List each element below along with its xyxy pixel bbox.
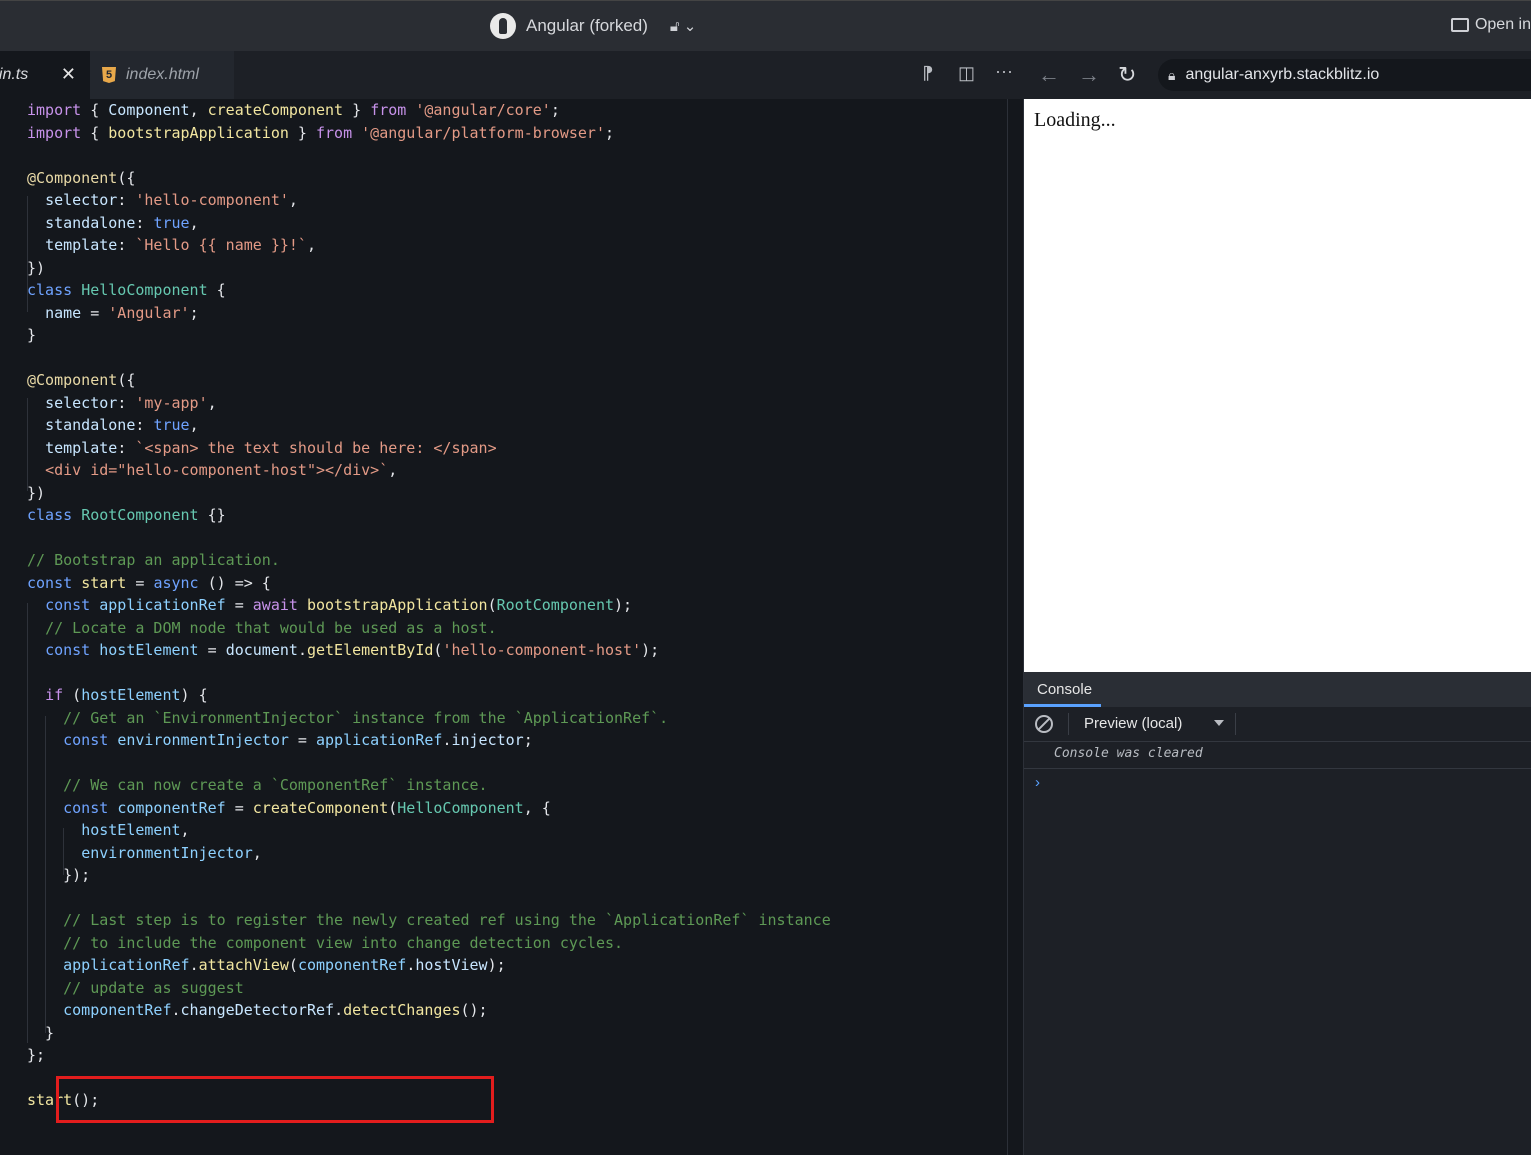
code-line: @Component({ bbox=[27, 371, 136, 389]
url-text: angular-anxyrb.stackblitz.io bbox=[1185, 66, 1380, 83]
format-icon[interactable]: ⁋ bbox=[922, 63, 933, 84]
html5-icon: 5 bbox=[102, 67, 116, 83]
code-line: standalone: true, bbox=[45, 416, 199, 434]
code-line: hostElement, bbox=[81, 821, 190, 839]
code-line: } bbox=[27, 1023, 55, 1042]
code-line: } bbox=[27, 326, 37, 344]
new-window-icon bbox=[1450, 18, 1469, 32]
project-header: Angular (forked) 🔓︎ ⌄ bbox=[490, 13, 696, 39]
code-line: // update as suggest bbox=[63, 978, 244, 997]
preview-pane: Loading... bbox=[1024, 99, 1531, 672]
code-line: }; bbox=[27, 1046, 46, 1064]
clear-console-icon[interactable] bbox=[1035, 715, 1053, 733]
tab-label: ain.ts bbox=[0, 66, 29, 83]
code-line: }); bbox=[27, 866, 91, 884]
reload-icon[interactable]: ↻ bbox=[1118, 62, 1136, 88]
code-line: selector: 'my-app', bbox=[45, 393, 217, 412]
code-line: // Bootstrap an application. bbox=[27, 551, 280, 569]
forward-arrow-icon[interactable]: → bbox=[1078, 62, 1100, 88]
code-line: name = 'Angular'; bbox=[45, 303, 199, 322]
code-line: @Component({ bbox=[27, 168, 136, 187]
code-line: environmentInjector, bbox=[81, 843, 262, 862]
tab-index-html[interactable]: 5 index.html bbox=[90, 51, 234, 99]
code-editor[interactable]: import { Component, createComponent } fr… bbox=[0, 99, 1007, 1155]
console-prompt-icon[interactable]: › bbox=[1035, 774, 1040, 791]
tab-console[interactable]: Console bbox=[1024, 672, 1101, 707]
code-line: <div id="hello-component-host"></div>`, bbox=[45, 461, 398, 479]
code-line: // Last step is to register the newly cr… bbox=[63, 911, 831, 929]
code-line: applicationRef.attachView(componentRef.h… bbox=[63, 956, 506, 974]
code-line: const environmentInjector = applicationR… bbox=[63, 731, 533, 749]
code-line: componentRef.changeDetectorRef.detectCha… bbox=[63, 1001, 488, 1019]
code-line: standalone: true, bbox=[45, 213, 199, 232]
user-avatar-icon[interactable] bbox=[490, 13, 516, 39]
divider bbox=[1235, 713, 1236, 735]
code-line: // Locate a DOM node that would be used … bbox=[45, 618, 497, 637]
tab-main-ts[interactable]: ain.ts ✕ bbox=[0, 51, 90, 99]
more-actions-icon[interactable]: ··· bbox=[995, 61, 1013, 82]
code-line: }) bbox=[27, 483, 46, 502]
code-line: class RootComponent {} bbox=[27, 506, 226, 524]
code-line: // We can now create a `ComponentRef` in… bbox=[63, 776, 488, 794]
code-line: const hostElement = document.getElementB… bbox=[45, 641, 660, 659]
code-line: const applicationRef = await bootstrapAp… bbox=[45, 596, 633, 614]
code-line: selector: 'hello-component', bbox=[45, 191, 298, 209]
code-line: const start = async () => { bbox=[27, 573, 271, 592]
divider bbox=[1024, 768, 1531, 769]
open-in-new-window-button[interactable]: Open in bbox=[1450, 16, 1531, 34]
code-line: // to include the component view into ch… bbox=[63, 933, 624, 952]
loading-text: Loading... bbox=[1034, 109, 1116, 131]
back-arrow-icon[interactable]: ← bbox=[1038, 62, 1060, 88]
unlock-icon[interactable]: 🔓︎ ⌄ bbox=[670, 17, 696, 35]
open-in-label: Open in bbox=[1474, 16, 1531, 33]
url-bar[interactable]: 🔒︎ angular-anxyrb.stackblitz.io bbox=[1158, 59, 1531, 91]
code-line: import { Component, createComponent } fr… bbox=[27, 101, 560, 119]
context-select[interactable]: Preview (local) bbox=[1084, 715, 1182, 732]
top-bar: Angular (forked) 🔓︎ ⌄ Open in bbox=[0, 0, 1531, 51]
preview-nav-bar: ← → ↻ 🔒︎ angular-anxyrb.stackblitz.io bbox=[1024, 51, 1531, 99]
code-line: import { bootstrapApplication } from '@a… bbox=[27, 123, 615, 142]
code-line: }) bbox=[27, 258, 46, 277]
lock-icon: 🔒︎ bbox=[1168, 66, 1176, 83]
code-line: const componentRef = createComponent(Hel… bbox=[63, 798, 551, 817]
annotation-box bbox=[56, 1076, 494, 1123]
console-panel: Console Preview (local) Console was clea… bbox=[1024, 672, 1531, 1155]
console-header: Console bbox=[1024, 672, 1531, 707]
split-editor-icon[interactable]: ◫ bbox=[958, 63, 975, 84]
console-message: Console was cleared bbox=[1054, 746, 1203, 761]
code-line: class HelloComponent { bbox=[27, 281, 226, 299]
project-title[interactable]: Angular (forked) bbox=[526, 16, 648, 36]
editor-tab-bar: ain.ts ✕ 5 index.html ⁋ ◫ ··· bbox=[0, 51, 1024, 99]
chevron-down-icon[interactable] bbox=[1214, 720, 1224, 726]
code-line: template: `<span> the text should be her… bbox=[45, 438, 497, 457]
divider bbox=[1007, 99, 1008, 1155]
divider bbox=[1068, 713, 1069, 735]
close-tab-icon[interactable]: ✕ bbox=[61, 64, 76, 85]
code-line: template: `Hello {{ name }}!`, bbox=[45, 236, 316, 254]
console-toolbar: Preview (local) bbox=[1024, 707, 1531, 742]
code-line: if (hostElement) { bbox=[45, 686, 208, 704]
tab-label: index.html bbox=[126, 66, 199, 83]
code-line: // Get an `EnvironmentInjector` instance… bbox=[63, 708, 669, 727]
